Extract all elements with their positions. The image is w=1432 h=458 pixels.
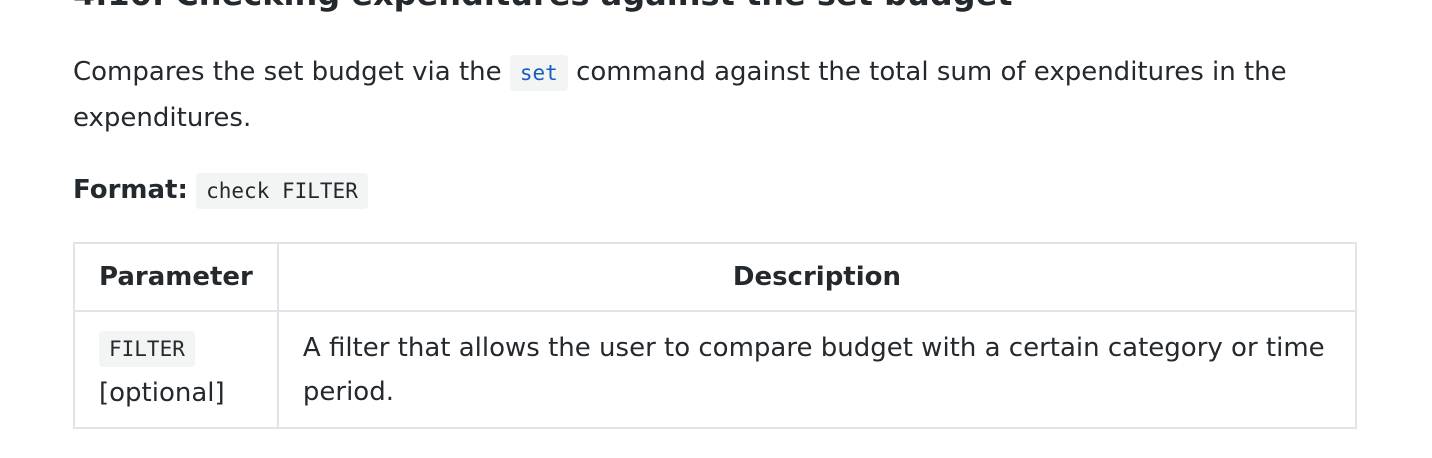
- optional-note: [optional]: [99, 378, 225, 408]
- format-code: check FILTER: [196, 173, 368, 209]
- parameter-table: Parameter Description FILTER [optional] A…: [73, 242, 1358, 429]
- set-command-code: set: [509, 55, 568, 91]
- format-line: Format: check FILTER: [73, 168, 368, 214]
- table-row: FILTER [optional] A filter that allows th…: [73, 310, 1358, 429]
- description-text-before: Compares the set budget via the: [73, 57, 510, 87]
- description-cell: A filter that allows the user to compare…: [276, 310, 1358, 429]
- section-description: Compares the set budget via the set comm…: [73, 50, 1357, 141]
- filter-parameter-code: FILTER: [99, 331, 195, 367]
- parameter-cell: FILTER [optional]: [73, 310, 279, 429]
- section-heading: 4.10. Checking expenditures against the …: [73, 0, 1013, 14]
- parameter-column-header: Parameter: [73, 242, 279, 312]
- description-column-header: Description: [276, 242, 1358, 312]
- table-header-row: Parameter Description: [73, 242, 1358, 312]
- format-label: Format:: [73, 175, 188, 205]
